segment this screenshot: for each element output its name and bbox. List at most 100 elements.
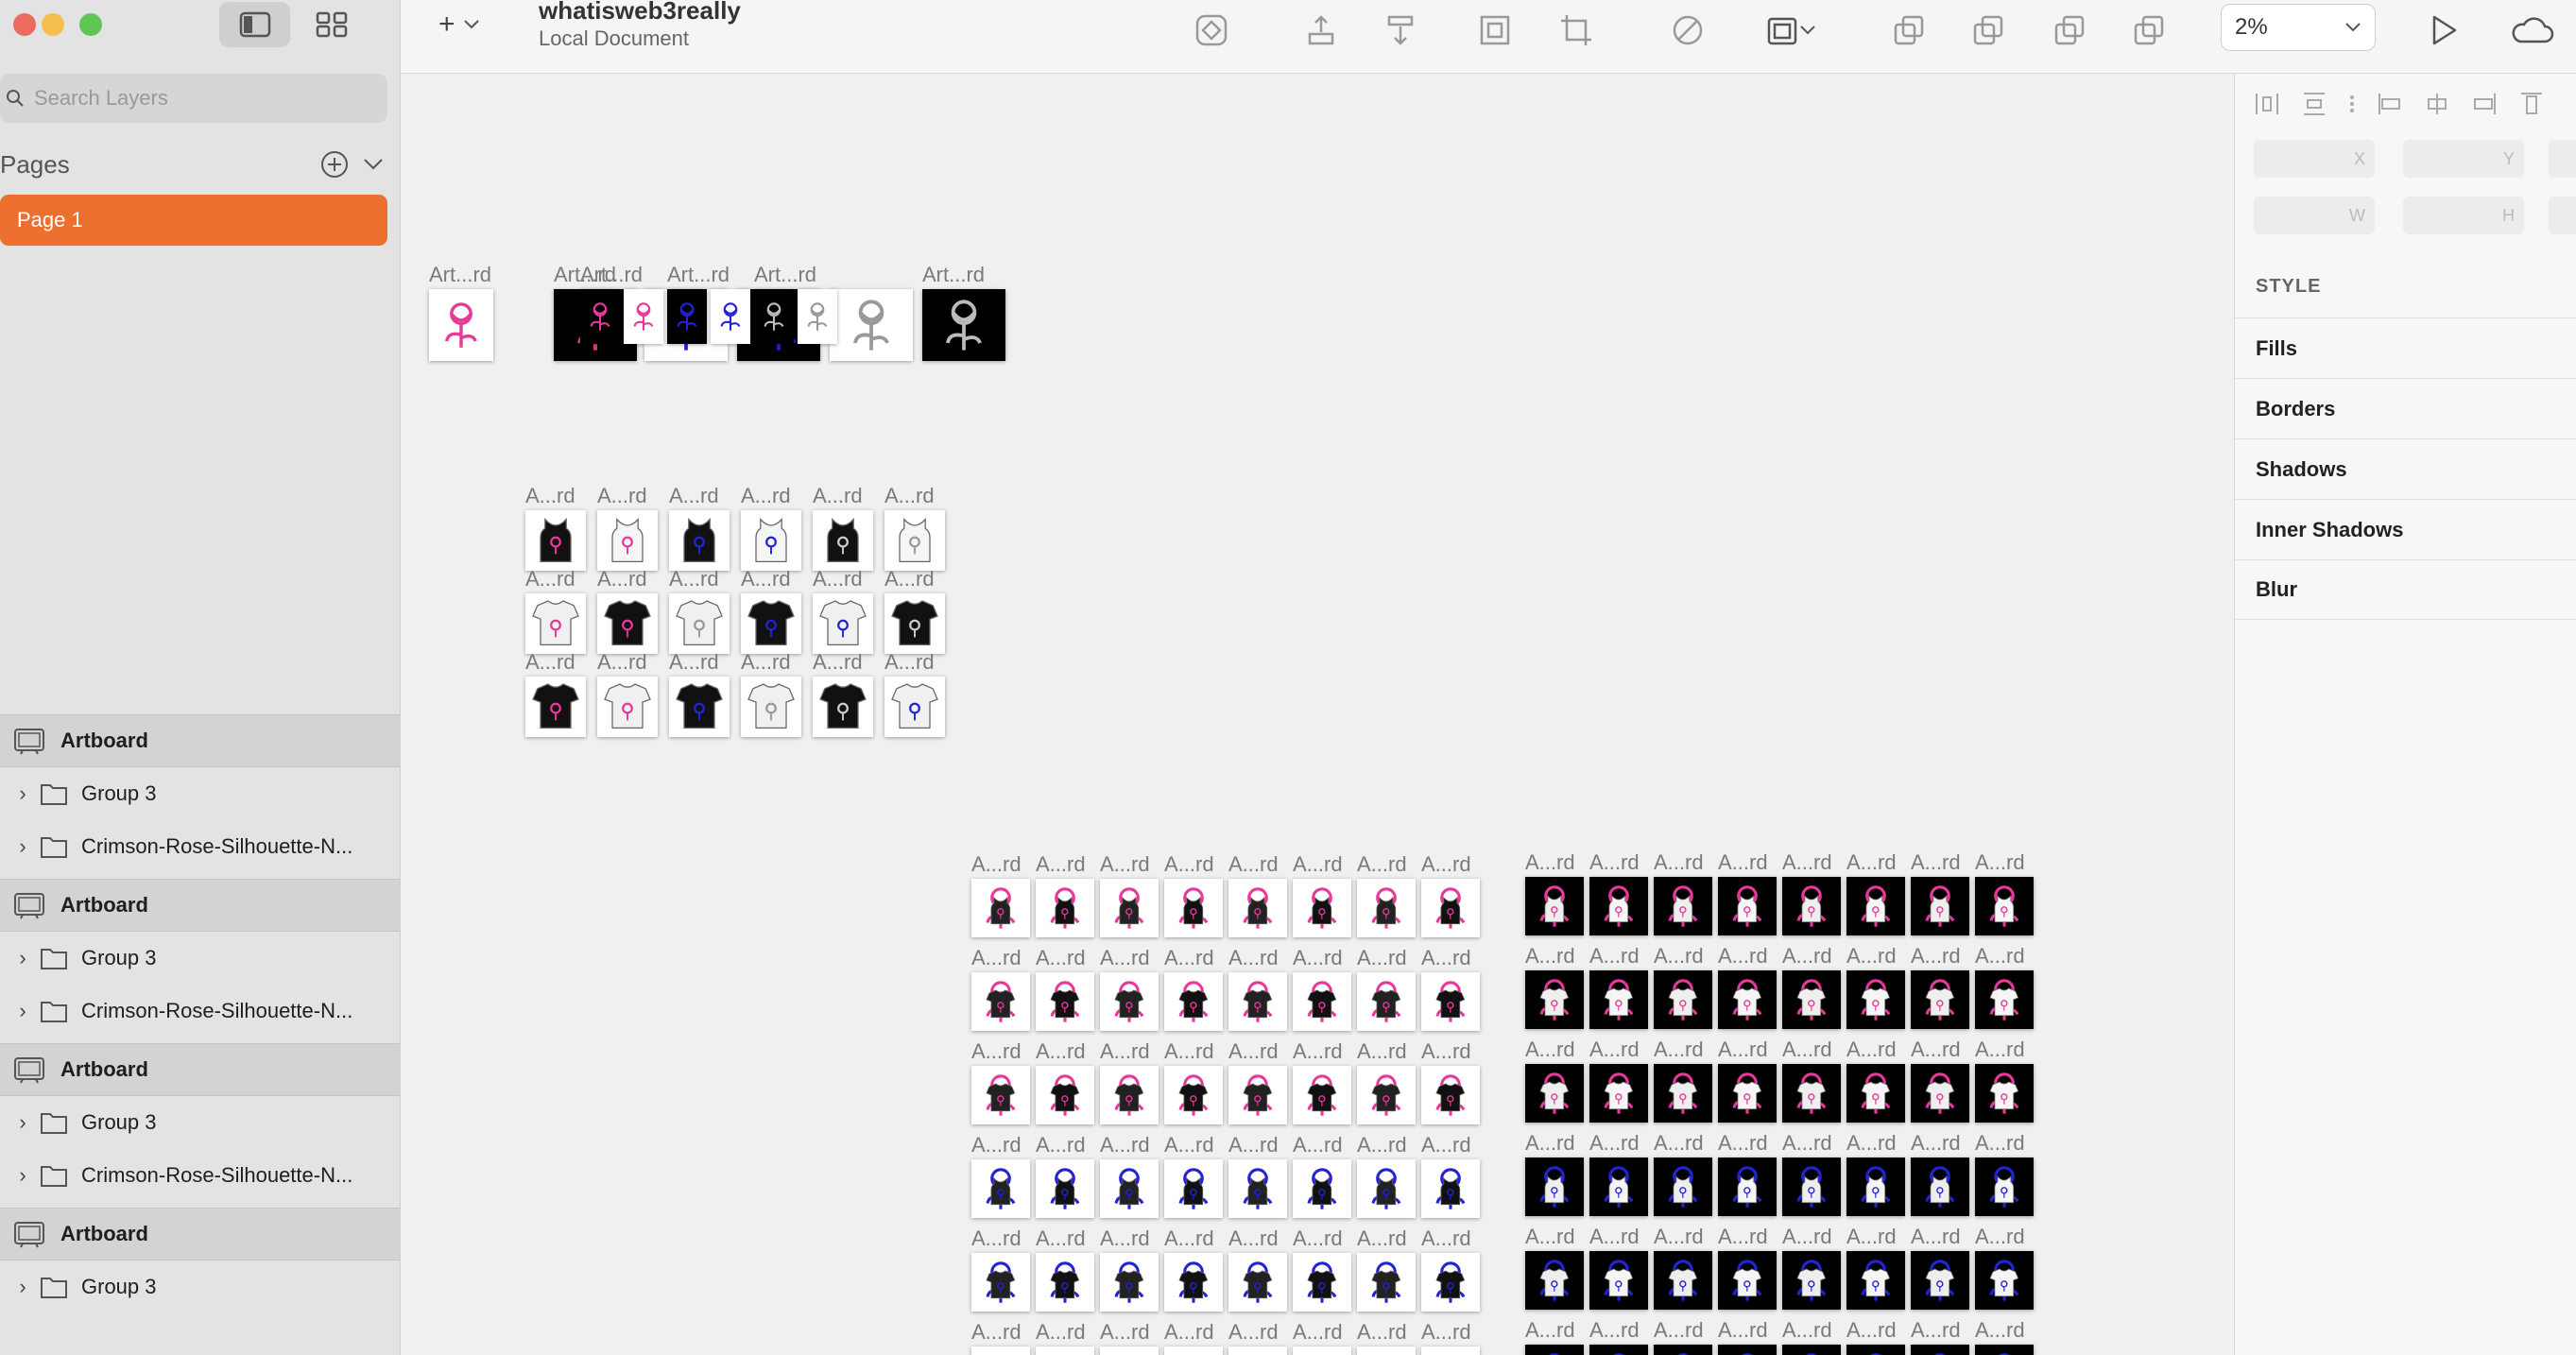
artboard-mockup[interactable]: A...rd bbox=[1164, 1320, 1223, 1355]
artboard-mockup[interactable]: A...rd bbox=[1421, 1039, 1480, 1124]
artboard-mockup[interactable]: A...rd bbox=[1911, 1131, 1969, 1216]
artboard-mockup[interactable]: A...rd bbox=[1975, 1225, 2034, 1310]
artboard-mini-poster[interactable]: Art...rd bbox=[580, 263, 643, 344]
artboard-mockup[interactable]: A...rd bbox=[971, 1133, 1030, 1218]
artboard-mockup[interactable]: A...rd bbox=[1718, 944, 1777, 1029]
artboard-mockup[interactable]: A...rd bbox=[1975, 1038, 2034, 1123]
shadows-section[interactable]: Shadows bbox=[2235, 438, 2576, 499]
artboard-mockup[interactable]: A...rd bbox=[1036, 1320, 1094, 1355]
height-field[interactable]: H bbox=[2403, 197, 2524, 234]
artboard-mockup[interactable]: A...rd bbox=[1718, 1225, 1777, 1310]
artboard-mockup[interactable]: A...rd bbox=[1293, 852, 1351, 937]
create-symbol-button[interactable] bbox=[1191, 9, 1232, 51]
artboard-mockup[interactable]: A...rd bbox=[1228, 946, 1287, 1031]
page-item-page-1[interactable]: Page 1 bbox=[0, 195, 387, 246]
inner-shadows-section[interactable]: Inner Shadows bbox=[2235, 499, 2576, 559]
artboard-poster[interactable] bbox=[830, 289, 913, 361]
artboard-mockup[interactable]: A...rd bbox=[971, 946, 1030, 1031]
artboard-mockup[interactable]: A...rd bbox=[1654, 1131, 1712, 1216]
artboard-mockup[interactable]: A...rd bbox=[971, 1226, 1030, 1312]
layer-artboard[interactable]: ⌄Artboard bbox=[0, 1043, 400, 1096]
artboard-mockup[interactable]: A...rd bbox=[1164, 1039, 1223, 1124]
artboard-mockup[interactable]: A...rd bbox=[1589, 1131, 1648, 1216]
artboard-mockup[interactable]: A...rd bbox=[971, 1320, 1030, 1355]
artboard-mockup[interactable]: A...rd bbox=[1911, 1225, 1969, 1310]
artboard-mockup[interactable]: A...rd bbox=[1293, 1133, 1351, 1218]
chevron-right-icon[interactable]: › bbox=[11, 1275, 34, 1299]
artboard-mockup[interactable]: A...rd bbox=[1525, 944, 1584, 1029]
zoom-select[interactable]: 2% bbox=[2221, 4, 2376, 51]
artboard-shirt[interactable]: A...rd bbox=[741, 650, 801, 737]
artboard-mockup[interactable]: A...rd bbox=[1100, 1039, 1159, 1124]
borders-section[interactable]: Borders bbox=[2235, 378, 2576, 438]
align-center-icon[interactable] bbox=[2424, 91, 2450, 117]
window-close-button[interactable] bbox=[13, 13, 36, 36]
artboard-shirt[interactable]: A...rd bbox=[741, 567, 801, 654]
artboard-mini-poster[interactable] bbox=[711, 289, 750, 344]
artboard-mockup[interactable]: A...rd bbox=[1421, 852, 1480, 937]
artboard-mockup[interactable]: A...rd bbox=[1421, 946, 1480, 1031]
group-button[interactable] bbox=[1474, 9, 1516, 51]
layer-group[interactable]: › Group 3 bbox=[0, 1261, 400, 1313]
artboard-mockup[interactable]: A...rd bbox=[1036, 852, 1094, 937]
artboard-mini-poster[interactable]: Art...rd bbox=[754, 263, 816, 344]
backward-button[interactable] bbox=[1380, 9, 1421, 51]
artboard-mockup[interactable]: A...rd bbox=[1846, 1318, 1905, 1355]
artboard-mockup[interactable]: A...rd bbox=[1228, 1226, 1287, 1312]
artboard-shirt[interactable]: A...rd bbox=[597, 650, 658, 737]
artboard-mockup[interactable]: A...rd bbox=[1654, 1318, 1712, 1355]
window-minimize-button[interactable] bbox=[42, 13, 64, 36]
artboard-mockup[interactable]: A...rd bbox=[1782, 850, 1841, 935]
artboard-mockup[interactable]: A...rd bbox=[1421, 1133, 1480, 1218]
artboard-mockup[interactable]: A...rd bbox=[1525, 1318, 1584, 1355]
artboard-mockup[interactable]: A...rd bbox=[1228, 1039, 1287, 1124]
artboard-shirt[interactable]: A...rd bbox=[669, 484, 730, 571]
add-page-icon[interactable] bbox=[319, 149, 350, 180]
artboard-shirt[interactable]: A...rd bbox=[884, 484, 945, 571]
artboard-mockup[interactable]: A...rd bbox=[1846, 1131, 1905, 1216]
artboard-mockup[interactable]: A...rd bbox=[1293, 1320, 1351, 1355]
artboard-mockup[interactable]: A...rd bbox=[1782, 1038, 1841, 1123]
artboard-mockup[interactable]: A...rd bbox=[1293, 1039, 1351, 1124]
artboard-mockup[interactable]: A...rd bbox=[1654, 1038, 1712, 1123]
edit-path-button[interactable] bbox=[1667, 9, 1709, 51]
artboard-mockup[interactable]: A...rd bbox=[1228, 1133, 1287, 1218]
artboard-shirt[interactable]: A...rd bbox=[813, 567, 873, 654]
layer-artboard[interactable]: ⌄Artboard bbox=[0, 714, 400, 767]
artboard-mockup[interactable]: A...rd bbox=[1036, 1039, 1094, 1124]
artboard-mockup[interactable]: A...rd bbox=[1975, 1318, 2034, 1355]
artboard-mockup[interactable]: A...rd bbox=[1164, 1226, 1223, 1312]
artboard-mockup[interactable]: A...rd bbox=[1100, 1226, 1159, 1312]
artboard-shirt[interactable]: A...rd bbox=[597, 567, 658, 654]
chevron-right-icon[interactable]: › bbox=[11, 1110, 34, 1135]
artboard-mockup[interactable]: A...rd bbox=[1589, 850, 1648, 935]
artboard-mockup[interactable]: A...rd bbox=[1975, 850, 2034, 935]
align-right-icon[interactable] bbox=[2471, 91, 2498, 117]
artboard-mockup[interactable]: A...rd bbox=[1293, 1226, 1351, 1312]
artboard-mockup[interactable]: A...rd bbox=[1421, 1226, 1480, 1312]
artboard-mini-poster[interactable]: Art...rd bbox=[667, 263, 730, 344]
artboard-mockup[interactable]: A...rd bbox=[1911, 1038, 1969, 1123]
align-top-icon[interactable] bbox=[2518, 91, 2545, 117]
chevron-right-icon[interactable]: › bbox=[11, 1163, 34, 1188]
artboard-mockup[interactable]: A...rd bbox=[1100, 1133, 1159, 1218]
components-view-button[interactable] bbox=[296, 2, 367, 47]
artboard-poster[interactable]: Art...rd bbox=[922, 263, 1005, 361]
cloud-button[interactable] bbox=[2506, 9, 2557, 51]
artboard-mockup[interactable]: A...rd bbox=[1036, 946, 1094, 1031]
more-icon[interactable] bbox=[2348, 91, 2356, 117]
layer-group[interactable]: › Group 3 bbox=[0, 932, 400, 985]
y-field[interactable]: Y bbox=[2403, 140, 2524, 178]
artboard-mini-poster[interactable] bbox=[624, 289, 663, 344]
artboard-mockup[interactable]: A...rd bbox=[1911, 944, 1969, 1029]
artboard-mockup[interactable]: A...rd bbox=[1164, 1133, 1223, 1218]
artboard-mockup[interactable]: A...rd bbox=[1421, 1320, 1480, 1355]
artboard-mockup[interactable]: A...rd bbox=[1782, 1225, 1841, 1310]
width-field[interactable]: W bbox=[2254, 197, 2375, 234]
artboard-mockup[interactable]: A...rd bbox=[1782, 1318, 1841, 1355]
flip-field[interactable] bbox=[2549, 197, 2576, 234]
artboard-shirt[interactable]: A...rd bbox=[813, 650, 873, 737]
artboard-mockup[interactable]: A...rd bbox=[1164, 946, 1223, 1031]
artboard-mockup[interactable]: A...rd bbox=[1228, 1320, 1287, 1355]
layers-view-button[interactable] bbox=[219, 2, 290, 47]
